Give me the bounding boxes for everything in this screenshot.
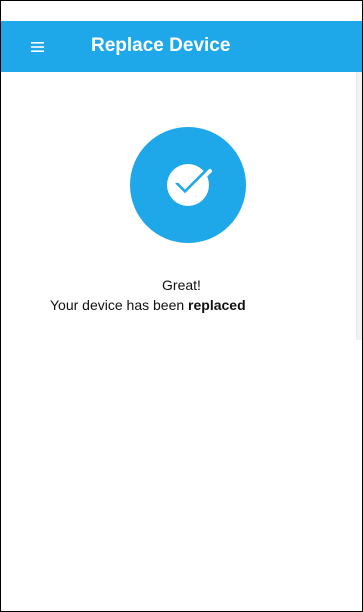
right-edge-panel — [356, 72, 362, 340]
replace-device-screen: Replace Device Great! Your device has be… — [0, 0, 363, 612]
check-circle-icon — [130, 127, 246, 243]
success-message: Your device has been replaced — [50, 297, 350, 313]
success-heading: Great! — [162, 277, 201, 293]
success-message-prefix: Your device has been — [50, 297, 185, 313]
page-title: Replace Device — [91, 35, 231, 56]
hamburger-menu-icon — [30, 42, 44, 52]
success-message-emphasis: replaced — [188, 297, 246, 313]
menu-button[interactable] — [27, 37, 47, 57]
app-bar: Replace Device — [1, 21, 362, 72]
success-badge — [130, 127, 246, 243]
